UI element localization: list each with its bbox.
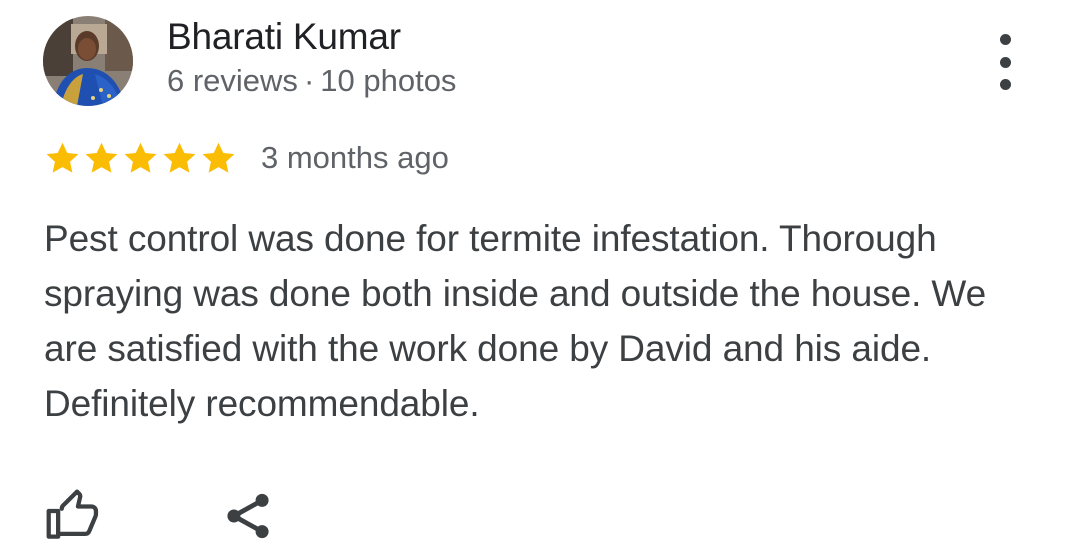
reviews-count: 6 reviews: [167, 63, 298, 98]
meta-separator: ·: [303, 63, 315, 98]
star-icon: [161, 140, 198, 177]
star-icon: [44, 140, 81, 177]
photos-count: 10 photos: [320, 63, 457, 98]
rating-row: 3 months ago: [44, 136, 449, 180]
author-meta: 6 reviews · 10 photos: [167, 60, 456, 102]
review-card: Bharati Kumar 6 reviews · 10 photos 3 mont…: [0, 0, 1080, 560]
avatar[interactable]: [43, 16, 133, 106]
star-icon: [200, 140, 237, 177]
star-icon: [122, 140, 159, 177]
share-button[interactable]: [222, 490, 274, 542]
star-icon: [83, 140, 120, 177]
star-rating: [44, 140, 237, 177]
review-date: 3 months ago: [261, 140, 449, 175]
avatar-photo: [43, 16, 133, 106]
more-vert-icon: [999, 34, 1011, 90]
author-name[interactable]: Bharati Kumar: [167, 14, 456, 60]
author-info: Bharati Kumar 6 reviews · 10 photos: [167, 14, 456, 102]
share-icon: [227, 493, 269, 539]
thumb-up-icon: [46, 489, 99, 539]
like-button[interactable]: [46, 488, 100, 542]
more-options-button[interactable]: [983, 34, 1027, 90]
review-text: Pest control was done for termite infest…: [44, 218, 987, 424]
